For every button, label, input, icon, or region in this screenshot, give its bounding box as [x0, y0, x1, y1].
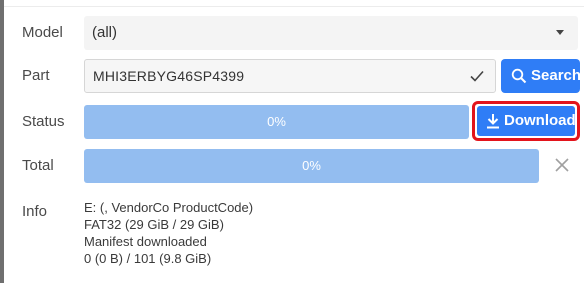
info-line-drive: E: (, VendorCo ProductCode) [84, 200, 254, 215]
search-button-label: Search [531, 67, 582, 84]
left-border [0, 0, 4, 283]
download-button-label: Download [504, 112, 576, 129]
status-label: Status [22, 113, 65, 130]
download-icon [487, 114, 499, 129]
check-icon [470, 70, 484, 82]
info-line-files: 0 (0 B) / 101 (9.8 GiB) [84, 251, 212, 266]
total-progress-bar: 0% [84, 149, 539, 183]
download-highlight: Download [472, 101, 580, 141]
total-progress-text: 0% [302, 158, 321, 173]
status-progress-bar: 0% [84, 105, 469, 139]
info-line-manifest: Manifest downloaded [84, 234, 207, 249]
search-icon [511, 68, 527, 84]
model-selected-value: (all) [92, 24, 117, 41]
total-label: Total [22, 157, 54, 174]
part-input-value: MHI3ERBYG46SP4399 [93, 68, 245, 84]
close-icon[interactable] [553, 156, 571, 174]
model-label: Model [22, 24, 63, 41]
model-select[interactable]: (all) [84, 16, 578, 50]
info-details: E: (, VendorCo ProductCode) FAT32 (29 Gi… [84, 199, 253, 267]
status-progress-text: 0% [267, 114, 286, 129]
info-line-filesystem: FAT32 (29 GiB / 29 GiB) [84, 217, 224, 232]
download-panel: Model (all) Part MHI3ERBYG46SP4399 Searc… [0, 0, 584, 283]
download-button[interactable]: Download [477, 106, 576, 136]
part-input[interactable]: MHI3ERBYG46SP4399 [84, 59, 496, 93]
part-label: Part [22, 67, 50, 84]
chevron-down-icon [556, 30, 564, 35]
info-label: Info [22, 203, 48, 220]
search-button[interactable]: Search [501, 59, 582, 93]
top-divider [4, 6, 584, 7]
